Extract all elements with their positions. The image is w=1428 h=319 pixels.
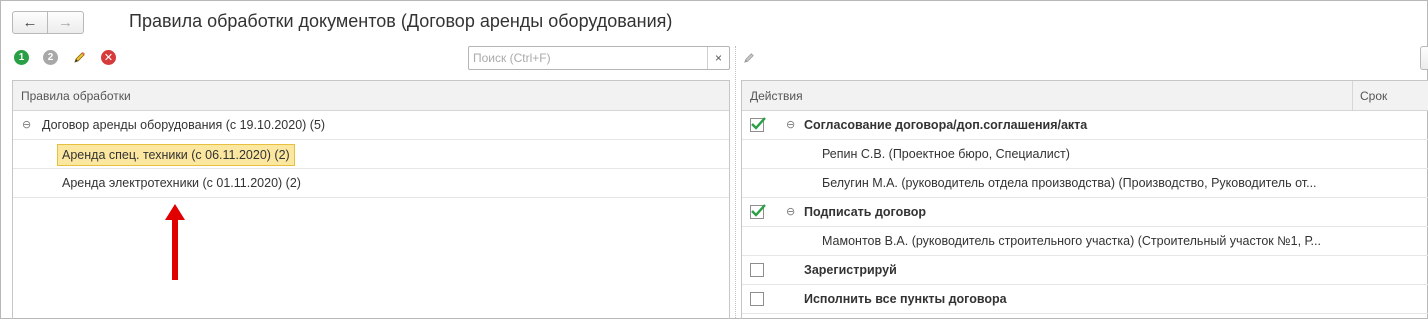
navigation-buttons: ← → — [12, 11, 84, 34]
action-row[interactable]: Зарегистрируй — [742, 256, 1428, 285]
more-button[interactable] — [1420, 46, 1428, 70]
action-row[interactable]: Белугин М.А. (руководитель отдела произв… — [742, 169, 1428, 198]
action-label: Зарегистрируй — [804, 263, 897, 277]
back-button[interactable]: ← — [12, 11, 48, 34]
action-label: Исполнить все пункты договора — [804, 292, 1007, 306]
search-field[interactable]: × — [468, 46, 730, 70]
column-header-term[interactable]: Срок — [1360, 89, 1387, 103]
rule-row-selected[interactable]: Аренда спец. техники (с 06.11.2020) (2) — [13, 140, 729, 169]
step-two-icon[interactable]: 2 — [43, 50, 58, 65]
search-clear-button[interactable]: × — [707, 47, 729, 69]
action-row[interactable]: ⊖ Подписать договор — [742, 198, 1428, 227]
rule-label-selected[interactable]: Аренда спец. техники (с 06.11.2020) (2) — [57, 144, 295, 166]
actions-panel: Действия Срок ⊖ Согласование договора/до… — [741, 80, 1428, 319]
checkmark-icon — [751, 117, 766, 130]
pencil-icon[interactable] — [742, 51, 756, 65]
delete-icon[interactable]: ✕ — [101, 50, 116, 65]
action-assignee: Белугин М.А. (руководитель отдела произв… — [822, 176, 1317, 190]
collapse-icon[interactable]: ⊖ — [786, 118, 795, 131]
action-assignee: Репин С.В. (Проектное бюро, Специалист) — [822, 147, 1070, 161]
search-input[interactable] — [469, 47, 707, 69]
panel-splitter[interactable] — [735, 46, 736, 319]
checkmark-icon — [751, 204, 766, 217]
rule-label: Договор аренды оборудования (с 19.10.202… — [42, 118, 326, 132]
rule-label: Аренда электротехники (с 01.11.2020) (2) — [62, 176, 301, 190]
forward-button[interactable]: → — [48, 11, 84, 34]
action-checkbox[interactable] — [750, 292, 764, 306]
action-checkbox[interactable] — [750, 204, 766, 219]
rules-panel: Правила обработки ⊖ Договор аренды обору… — [12, 80, 730, 319]
action-row[interactable]: Репин С.В. (Проектное бюро, Специалист) — [742, 140, 1428, 169]
pencil-icon[interactable] — [72, 50, 87, 65]
column-header-actions[interactable]: Действия — [750, 89, 803, 103]
action-row[interactable]: Мамонтов В.А. (руководитель строительног… — [742, 227, 1428, 256]
rule-row[interactable]: Аренда электротехники (с 01.11.2020) (2) — [13, 169, 729, 198]
actions-table-header: Действия Срок — [742, 81, 1428, 111]
action-assignee: Мамонтов В.А. (руководитель строительног… — [822, 234, 1321, 248]
action-label: Согласование договора/доп.соглашения/акт… — [804, 118, 1088, 132]
page-title: Правила обработки документов (Договор ар… — [129, 11, 673, 31]
red-up-arrow-icon — [165, 204, 185, 280]
column-separator[interactable] — [1352, 81, 1353, 110]
collapse-icon[interactable]: ⊖ — [786, 205, 795, 218]
step-one-icon[interactable]: 1 — [14, 50, 29, 65]
action-checkbox[interactable] — [750, 263, 764, 277]
window: ← → Правила обработки документов (Догово… — [0, 0, 1428, 319]
action-row[interactable]: ⊖ Согласование договора/доп.соглашения/а… — [742, 111, 1428, 140]
rule-row-root[interactable]: ⊖ Договор аренды оборудования (с 19.10.2… — [13, 111, 729, 140]
rules-column-header[interactable]: Правила обработки — [13, 81, 729, 111]
collapse-icon[interactable]: ⊖ — [22, 118, 31, 131]
action-label: Подписать договор — [804, 205, 926, 219]
action-checkbox[interactable] — [750, 117, 766, 132]
action-row[interactable]: Исполнить все пункты договора — [742, 285, 1428, 314]
